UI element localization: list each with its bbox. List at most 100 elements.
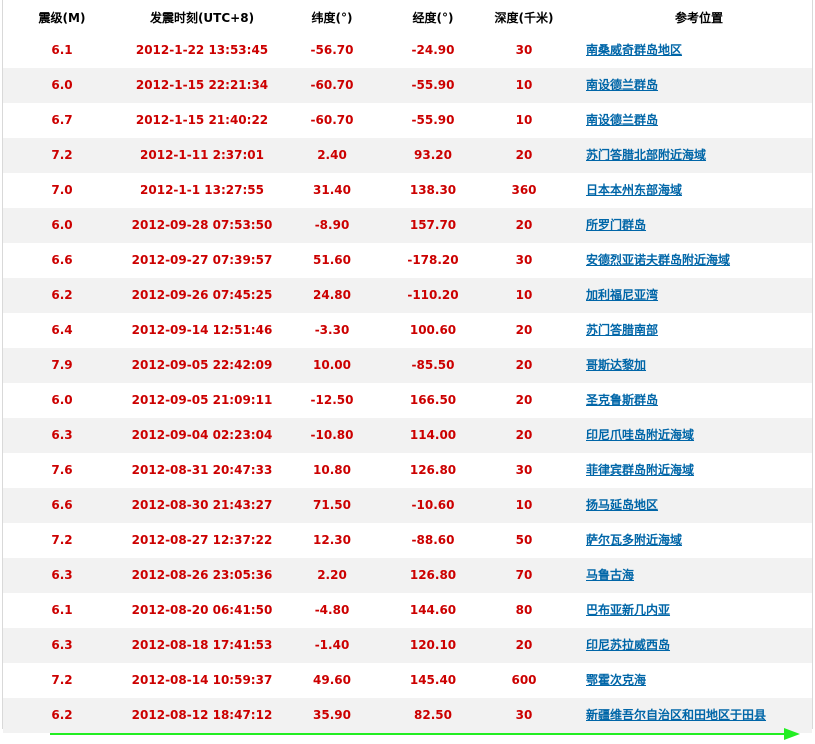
location-link[interactable]: 菲律宾群岛附近海域 <box>586 463 694 477</box>
table-body: 6.1 2012-1-22 13:53:45 -56.70 -24.90 30 南桑威奇群… <box>3 33 812 733</box>
cell-longitude: -178.20 <box>407 253 459 267</box>
cell-depth: 360 <box>511 183 537 197</box>
cell-magnitude: 6.0 <box>51 393 73 407</box>
cell-latitude: -3.30 <box>314 323 350 337</box>
location-link[interactable]: 萨尔瓦多附近海域 <box>586 533 682 547</box>
cell-depth: 70 <box>515 568 533 582</box>
cell-longitude: 93.20 <box>414 148 452 162</box>
cell-magnitude: 6.6 <box>51 253 73 267</box>
cell-magnitude: 7.2 <box>51 148 73 162</box>
green-arrow-icon <box>50 727 802 741</box>
location-link[interactable]: 苏门答腊北部附近海域 <box>586 148 706 162</box>
location-link[interactable]: 巴布亚新几内亚 <box>586 603 670 617</box>
cell-depth: 20 <box>515 323 533 337</box>
cell-magnitude: 6.0 <box>51 78 73 92</box>
cell-depth: 30 <box>515 43 533 57</box>
cell-time: 2012-08-30 21:43:27 <box>131 498 273 512</box>
cell-depth: 30 <box>515 253 533 267</box>
cell-longitude: -24.90 <box>411 43 455 57</box>
cell-longitude: 120.10 <box>409 638 457 652</box>
table-row: 6.4 2012-09-14 12:51:46 -3.30 100.60 20 苏门答腊南… <box>3 313 812 348</box>
location-link[interactable]: 日本本州东部海域 <box>586 183 682 197</box>
location-link[interactable]: 南桑威奇群岛地区 <box>586 43 682 57</box>
cell-location: 所罗门群岛 <box>586 208 812 243</box>
cell-magnitude: 7.9 <box>51 358 73 372</box>
cell-location: 马鲁古海 <box>586 558 812 593</box>
cell-location: 印尼爪哇岛附近海域 <box>586 418 812 453</box>
cell-time: 2012-08-26 23:05:36 <box>131 568 273 582</box>
cell-magnitude: 6.3 <box>51 568 73 582</box>
table-row: 6.0 2012-09-28 07:53:50 -8.90 157.70 20 所罗门群岛 <box>3 208 812 243</box>
cell-magnitude: 6.7 <box>51 113 73 127</box>
cell-magnitude: 6.2 <box>51 288 73 302</box>
cell-location: 苏门答腊北部附近海域 <box>586 138 812 173</box>
cell-latitude: 2.20 <box>317 568 347 582</box>
cell-magnitude: 7.2 <box>51 673 73 687</box>
cell-location: 萨尔瓦多附近海域 <box>586 523 812 558</box>
cell-location: 苏门答腊南部 <box>586 313 812 348</box>
table-row: 6.3 2012-09-04 02:23:04 -10.80 114.00 20 印尼爪哇… <box>3 418 812 453</box>
location-link[interactable]: 鄂霍次克海 <box>586 673 646 687</box>
cell-longitude: 166.50 <box>409 393 457 407</box>
cell-magnitude: 7.6 <box>51 463 73 477</box>
cell-magnitude: 6.3 <box>51 638 73 652</box>
location-link[interactable]: 马鲁古海 <box>586 568 634 582</box>
cell-time: 2012-1-15 22:21:34 <box>135 78 269 92</box>
header-location: 参考位置 <box>674 11 723 25</box>
table-row: 7.2 2012-08-27 12:37:22 12.30 -88.60 50 萨尔瓦多附… <box>3 523 812 558</box>
cell-latitude: 10.00 <box>313 358 351 372</box>
location-link[interactable]: 新疆维吾尔自治区和田地区于田县 <box>586 708 766 722</box>
cell-depth: 20 <box>515 148 533 162</box>
arrow-graphic <box>50 728 800 740</box>
cell-depth: 10 <box>515 113 533 127</box>
cell-magnitude: 6.1 <box>51 603 73 617</box>
cell-location: 哥斯达黎加 <box>586 348 812 383</box>
cell-latitude: -12.50 <box>310 393 354 407</box>
cell-longitude: 145.40 <box>409 673 457 687</box>
cell-time: 2012-08-20 06:41:50 <box>131 603 273 617</box>
cell-time: 2012-09-14 12:51:46 <box>131 323 273 337</box>
table-row: 7.2 2012-08-14 10:59:37 49.60 145.40 600 鄂霍次克… <box>3 663 812 698</box>
cell-longitude: 126.80 <box>409 463 457 477</box>
location-link[interactable]: 南设德兰群岛 <box>586 78 658 92</box>
location-link[interactable]: 圣克鲁斯群岛 <box>586 393 658 407</box>
location-link[interactable]: 印尼苏拉威西岛 <box>586 638 670 652</box>
cell-location: 扬马延岛地区 <box>586 488 812 523</box>
header-latitude: 纬度(°) <box>311 11 353 25</box>
cell-depth: 30 <box>515 463 533 477</box>
location-link[interactable]: 扬马延岛地区 <box>586 498 658 512</box>
table-row: 6.3 2012-08-18 17:41:53 -1.40 120.10 20 印尼苏拉威… <box>3 628 812 663</box>
table-row: 6.0 2012-09-05 21:09:11 -12.50 166.50 20 圣克鲁斯… <box>3 383 812 418</box>
cell-latitude: -60.70 <box>310 113 354 127</box>
location-link[interactable]: 苏门答腊南部 <box>586 323 658 337</box>
cell-latitude: -4.80 <box>314 603 350 617</box>
cell-magnitude: 6.4 <box>51 323 73 337</box>
cell-time: 2012-1-11 2:37:01 <box>140 148 264 162</box>
cell-latitude: 24.80 <box>313 288 351 302</box>
location-link[interactable]: 哥斯达黎加 <box>586 358 646 372</box>
location-link[interactable]: 印尼爪哇岛附近海域 <box>586 428 694 442</box>
cell-location: 菲律宾群岛附近海域 <box>586 453 812 488</box>
location-link[interactable]: 加利福尼亚湾 <box>586 288 658 302</box>
table-row: 7.2 2012-1-11 2:37:01 2.40 93.20 20 苏门答腊北部附近海… <box>3 138 812 173</box>
cell-depth: 50 <box>515 533 533 547</box>
cell-depth: 10 <box>515 78 533 92</box>
cell-latitude: -1.40 <box>314 638 350 652</box>
cell-latitude: 12.30 <box>313 533 351 547</box>
cell-depth: 80 <box>515 603 533 617</box>
table-row: 6.3 2012-08-26 23:05:36 2.20 126.80 70 马鲁古海 <box>3 558 812 593</box>
cell-longitude: -55.90 <box>411 78 455 92</box>
cell-time: 2012-09-27 07:39:57 <box>131 253 273 267</box>
location-link[interactable]: 所罗门群岛 <box>586 218 646 232</box>
cell-time: 2012-09-26 07:45:25 <box>131 288 273 302</box>
cell-location: 南桑威奇群岛地区 <box>586 33 812 68</box>
cell-location: 印尼苏拉威西岛 <box>586 628 812 663</box>
cell-depth: 10 <box>515 288 533 302</box>
location-link[interactable]: 南设德兰群岛 <box>586 113 658 127</box>
cell-depth: 20 <box>515 393 533 407</box>
cell-magnitude: 6.0 <box>51 218 73 232</box>
location-link[interactable]: 安德烈亚诺夫群岛附近海域 <box>586 253 730 267</box>
cell-depth: 20 <box>515 358 533 372</box>
cell-depth: 10 <box>515 498 533 512</box>
header-time: 发震时刻(UTC+8) <box>149 11 255 25</box>
